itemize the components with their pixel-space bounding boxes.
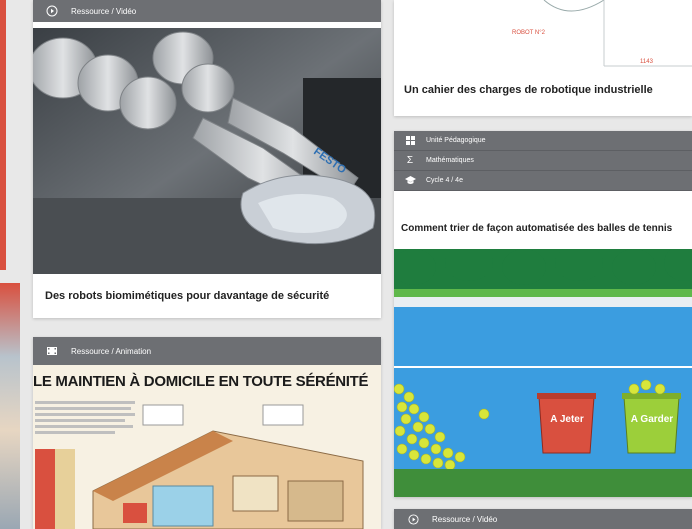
home-care-infographic-image[interactable]: LE MAINTIEN À DOMICILE EN TOUTE SÉRÉNITÉ <box>33 365 381 529</box>
bin-red-label: A Jeter <box>550 414 584 425</box>
card-title[interactable]: Comment trier de façon automatisée des b… <box>401 223 672 234</box>
graduation-cap-icon <box>404 175 416 187</box>
play-circle-icon <box>45 4 59 18</box>
card-title[interactable]: Un cahier des charges de robotique indus… <box>404 84 653 96</box>
meta-label-unit: Unité Pédagogique <box>426 137 486 144</box>
left-partial-card-image <box>0 283 20 529</box>
meta-row-subject: Σ Mathématiques <box>394 151 692 171</box>
card-header: Ressource / Animation <box>33 337 381 365</box>
resource-card-animation[interactable]: Ressource / Animation LE MAINTIEN À DOMI… <box>33 337 381 529</box>
bin-green-label: A Garder <box>630 414 674 425</box>
resource-card-video-bottom[interactable]: Ressource / Vidéo <box>394 509 692 529</box>
left-accent-strip <box>0 0 6 270</box>
card-title[interactable]: Des robots biomimétiques pour davantage … <box>45 290 329 302</box>
meta-row-unit: Unité Pédagogique <box>394 131 692 151</box>
card-header-label: Ressource / Animation <box>71 346 152 356</box>
sigma-icon: Σ <box>406 155 414 166</box>
resource-card-cahier-des-charges[interactable]: ROBOT N°2 1143 Un cahier des charges de … <box>394 0 692 116</box>
diagram-label-robot: ROBOT N°2 <box>512 30 546 36</box>
film-icon <box>45 344 59 358</box>
diagram-label-dimension: 1143 <box>640 59 654 65</box>
resource-card-tennis-sorting[interactable]: Unité Pédagogique Σ Mathématiques Cycle … <box>394 131 692 497</box>
robot-diagram-image[interactable]: ROBOT N°2 1143 <box>394 0 692 70</box>
meta-label-subject: Mathématiques <box>426 157 474 164</box>
card-header: Ressource / Vidéo <box>33 0 381 22</box>
meta-label-level: Cycle 4 / 4e <box>426 177 463 184</box>
tennis-sorting-illustration[interactable]: A Jeter A Garder <box>394 245 692 497</box>
robot-gripper-image[interactable]: FESTO <box>33 28 381 274</box>
card-header: Ressource / Vidéo <box>394 509 692 529</box>
card-header-label: Ressource / Vidéo <box>71 6 137 16</box>
meta-row-level: Cycle 4 / 4e <box>394 171 692 191</box>
card-header-label: Ressource / Vidéo <box>432 514 498 524</box>
infographic-title: LE MAINTIEN À DOMICILE EN TOUTE SÉRÉNITÉ <box>33 373 369 390</box>
resource-card-robots-video[interactable]: Ressource / Vidéo FESTO Des robots biomi… <box>33 0 381 318</box>
grid-icon <box>404 135 416 147</box>
play-circle-icon <box>406 512 420 526</box>
